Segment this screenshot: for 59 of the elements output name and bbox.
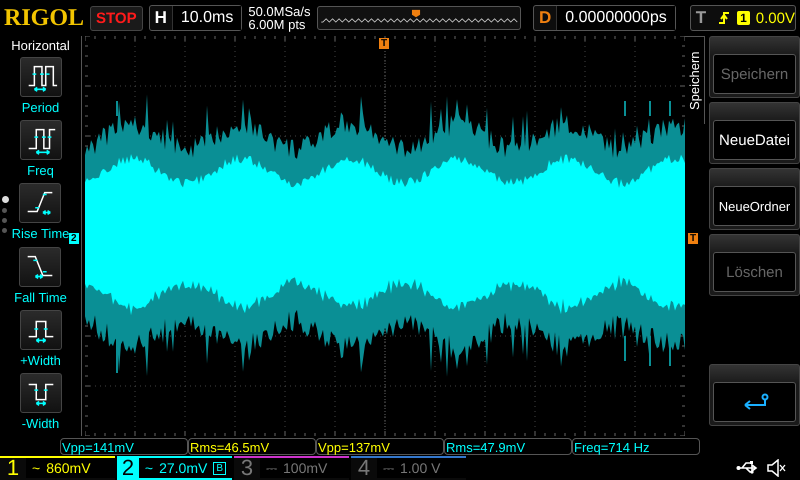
measurement-readout: Freq=714 Hz	[572, 438, 700, 454]
measure-key[interactable]	[20, 57, 62, 97]
return-key[interactable]	[713, 382, 796, 422]
channel-offset-marker[interactable]: 2	[69, 233, 79, 244]
coupling-symbol: ~	[144, 460, 154, 476]
menu-title: Horizontal	[11, 38, 70, 53]
delay-box[interactable]: D 0.00000000ps	[533, 5, 676, 31]
channel-scale: 27.0mV	[159, 460, 208, 476]
delay-label: D	[538, 8, 552, 28]
channel-scale: 860mV	[46, 460, 91, 476]
channel-tab[interactable]: 4 ⎓ 1.00 V	[351, 456, 466, 480]
menu-title: Speichern	[685, 36, 705, 124]
channel-scale: 1.00 V	[400, 460, 440, 476]
measure-label: -Width	[22, 416, 60, 431]
speaker-muted-icon[interactable]	[766, 459, 786, 477]
coupling-symbol: ~	[32, 460, 40, 476]
memory-depth: 6.00M pts	[248, 18, 306, 31]
channel-tab[interactable]: 3 ⎓ 100mV	[234, 456, 349, 480]
measure-key[interactable]	[20, 120, 62, 160]
channel-number: 2	[120, 455, 136, 480]
trigger-position-marker[interactable]: T	[379, 38, 390, 49]
timebase-box[interactable]: H 10.0ms	[148, 5, 242, 31]
measure-label: Rise Time	[12, 226, 70, 242]
measure-label: +Width	[20, 352, 61, 368]
measure-label: Fall Time	[14, 290, 67, 305]
trigger-box[interactable]: T 1 0.00V	[690, 5, 796, 31]
measure-key[interactable]	[19, 183, 62, 224]
measurement-readout: Vpp=141mV	[60, 438, 188, 454]
channel-tab[interactable]: 1 ~ 860mV	[0, 456, 115, 480]
sample-rate: 50.0MSa/s	[248, 5, 310, 18]
channel-number: 3	[240, 455, 254, 480]
measurement-readout: Rms=46.5mV	[188, 438, 316, 454]
trigger-position-icon	[411, 10, 420, 18]
measure-key[interactable]	[20, 310, 62, 350]
softkey[interactable]: NeueOrdner	[713, 186, 796, 226]
channel-number: 1	[6, 455, 20, 480]
timebase-label: H	[154, 8, 168, 28]
measure-key[interactable]	[19, 246, 62, 287]
channel-number: 4	[356, 455, 372, 480]
channel-scale: 100mV	[283, 460, 328, 476]
timebase-value: 10.0ms	[172, 6, 242, 30]
coupling-symbol: ⎓	[266, 460, 277, 476]
trigger-source: 1	[737, 11, 750, 25]
delay-value: 0.00000000ps	[556, 6, 675, 30]
trigger-label: T	[694, 8, 708, 28]
measurement-readout: Vpp=137mV	[316, 438, 444, 454]
measure-label: Freq	[27, 163, 54, 178]
measure-label: Period	[22, 100, 60, 115]
brand-logo: RIGOL	[4, 4, 84, 32]
trigger-level-marker[interactable]: T	[688, 233, 698, 244]
run-stop-indicator[interactable]: STOP	[90, 6, 143, 30]
measure-key[interactable]	[20, 372, 62, 413]
coupling-symbol: ⎓	[383, 460, 394, 476]
measurement-readout: Rms=47.9mV	[444, 438, 572, 454]
trigger-level: 0.00V	[756, 10, 795, 26]
softkey[interactable]: NeueDatei	[713, 120, 796, 160]
channel-tab[interactable]: 2 ~ 27.0mV B	[117, 456, 232, 480]
usb-icon	[736, 460, 758, 476]
bandwidth-limit-badge: B	[213, 462, 226, 474]
